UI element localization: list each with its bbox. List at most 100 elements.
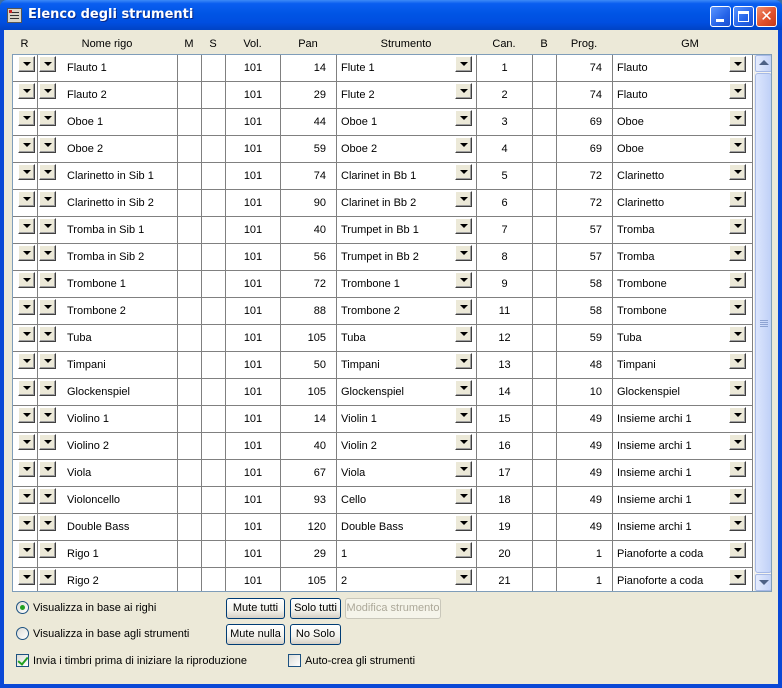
- prog-cell[interactable]: 49: [557, 460, 613, 487]
- chevron-down-icon[interactable]: [39, 380, 56, 396]
- chevron-down-icon[interactable]: [18, 137, 35, 153]
- chevron-down-icon[interactable]: [455, 326, 472, 342]
- strumento-cell[interactable]: Timpani: [337, 352, 477, 379]
- table-row[interactable]: Rigo 1 101 29 1 20 1 Pianoforte a coda: [13, 541, 753, 568]
- table-row[interactable]: Violino 2 101 40 Violin 2 16 49 Insieme archi …: [13, 433, 753, 460]
- table-row[interactable]: Glockenspiel 101 105 Glockenspiel 14 10 Glocke…: [13, 379, 753, 406]
- minimize-button[interactable]: [710, 6, 731, 27]
- gm-cell[interactable]: Flauto: [613, 82, 753, 109]
- r-cell[interactable]: [13, 163, 38, 190]
- chevron-down-icon[interactable]: [18, 245, 35, 261]
- prog-cell[interactable]: 59: [557, 325, 613, 352]
- header-strumento[interactable]: Strumento: [336, 36, 476, 54]
- table-row[interactable]: Double Bass 101 120 Double Bass 19 49 Insieme …: [13, 514, 753, 541]
- nome-rigo-cell[interactable]: Violoncello: [38, 487, 178, 514]
- view-by-instruments-radio[interactable]: [16, 627, 29, 640]
- chevron-down-icon[interactable]: [18, 272, 35, 288]
- pan-cell[interactable]: 120: [281, 514, 337, 541]
- mute-cell[interactable]: [178, 460, 202, 487]
- chevron-down-icon[interactable]: [18, 218, 35, 234]
- bank-cell[interactable]: [533, 487, 557, 514]
- solo-cell[interactable]: [202, 190, 226, 217]
- gm-cell[interactable]: Timpani: [613, 352, 753, 379]
- table-row[interactable]: Rigo 2 101 105 2 21 1 Pianoforte a coda: [13, 568, 753, 591]
- nome-rigo-cell[interactable]: Tromba in Sib 2: [38, 244, 178, 271]
- gm-cell[interactable]: Clarinetto: [613, 163, 753, 190]
- can-cell[interactable]: 11: [477, 298, 533, 325]
- pan-cell[interactable]: 29: [281, 541, 337, 568]
- vol-cell[interactable]: 101: [226, 406, 281, 433]
- prog-cell[interactable]: 69: [557, 136, 613, 163]
- can-cell[interactable]: 16: [477, 433, 533, 460]
- header-prog[interactable]: Prog.: [556, 36, 612, 54]
- chevron-down-icon[interactable]: [729, 83, 746, 99]
- strumento-cell[interactable]: Flute 2: [337, 82, 477, 109]
- prog-cell[interactable]: 72: [557, 190, 613, 217]
- strumento-cell[interactable]: Trombone 2: [337, 298, 477, 325]
- bank-cell[interactable]: [533, 244, 557, 271]
- chevron-down-icon[interactable]: [18, 407, 35, 423]
- table-row[interactable]: Tromba in Sib 1 101 40 Trumpet in Bb 1 7 57 Tr…: [13, 217, 753, 244]
- gm-cell[interactable]: Trombone: [613, 271, 753, 298]
- mute-cell[interactable]: [178, 352, 202, 379]
- send-patches-option[interactable]: Invia i timbri prima di iniziare la ripr…: [16, 653, 276, 669]
- close-button[interactable]: ✕: [756, 6, 777, 27]
- chevron-down-icon[interactable]: [455, 488, 472, 504]
- mute-cell[interactable]: [178, 325, 202, 352]
- prog-cell[interactable]: 74: [557, 55, 613, 82]
- strumento-cell[interactable]: Flute 1: [337, 55, 477, 82]
- pan-cell[interactable]: 105: [281, 379, 337, 406]
- table-row[interactable]: Tromba in Sib 2 101 56 Trumpet in Bb 2 8 57 Tr…: [13, 244, 753, 271]
- chevron-down-icon[interactable]: [39, 515, 56, 531]
- can-cell[interactable]: 9: [477, 271, 533, 298]
- view-by-instruments-option[interactable]: Visualizza in base agli strumenti: [16, 626, 226, 642]
- chevron-down-icon[interactable]: [729, 488, 746, 504]
- chevron-down-icon[interactable]: [18, 515, 35, 531]
- bank-cell[interactable]: [533, 298, 557, 325]
- bank-cell[interactable]: [533, 460, 557, 487]
- vol-cell[interactable]: 101: [226, 217, 281, 244]
- r-cell[interactable]: [13, 325, 38, 352]
- bank-cell[interactable]: [533, 433, 557, 460]
- maximize-button[interactable]: [733, 6, 754, 27]
- gm-cell[interactable]: Glockenspiel: [613, 379, 753, 406]
- r-cell[interactable]: [13, 190, 38, 217]
- mute-none-button[interactable]: Mute nulla: [226, 624, 285, 645]
- nome-rigo-cell[interactable]: Rigo 1: [38, 541, 178, 568]
- nome-rigo-cell[interactable]: Violino 1: [38, 406, 178, 433]
- chevron-down-icon[interactable]: [39, 353, 56, 369]
- gm-cell[interactable]: Flauto: [613, 55, 753, 82]
- vol-cell[interactable]: 101: [226, 109, 281, 136]
- gm-cell[interactable]: Tromba: [613, 217, 753, 244]
- chevron-down-icon[interactable]: [18, 488, 35, 504]
- mute-cell[interactable]: [178, 568, 202, 591]
- r-cell[interactable]: [13, 514, 38, 541]
- chevron-down-icon[interactable]: [18, 326, 35, 342]
- pan-cell[interactable]: 67: [281, 460, 337, 487]
- vertical-scrollbar[interactable]: [754, 55, 771, 591]
- table-row[interactable]: Oboe 1 101 44 Oboe 1 3 69 Oboe: [13, 109, 753, 136]
- prog-cell[interactable]: 72: [557, 163, 613, 190]
- chevron-down-icon[interactable]: [455, 299, 472, 315]
- pan-cell[interactable]: 72: [281, 271, 337, 298]
- can-cell[interactable]: 15: [477, 406, 533, 433]
- can-cell[interactable]: 3: [477, 109, 533, 136]
- scroll-down-button[interactable]: [755, 574, 771, 591]
- mute-all-button[interactable]: Mute tutti: [226, 598, 285, 619]
- solo-cell[interactable]: [202, 55, 226, 82]
- solo-all-button[interactable]: Solo tutti: [290, 598, 341, 619]
- chevron-down-icon[interactable]: [18, 110, 35, 126]
- gm-cell[interactable]: Oboe: [613, 136, 753, 163]
- vol-cell[interactable]: 101: [226, 271, 281, 298]
- can-cell[interactable]: 20: [477, 541, 533, 568]
- chevron-down-icon[interactable]: [39, 83, 56, 99]
- pan-cell[interactable]: 29: [281, 82, 337, 109]
- strumento-cell[interactable]: Viola: [337, 460, 477, 487]
- scroll-up-button[interactable]: [755, 55, 771, 72]
- gm-cell[interactable]: Pianoforte a coda: [613, 568, 753, 591]
- mute-cell[interactable]: [178, 244, 202, 271]
- strumento-cell[interactable]: Violin 1: [337, 406, 477, 433]
- can-cell[interactable]: 19: [477, 514, 533, 541]
- r-cell[interactable]: [13, 298, 38, 325]
- strumento-cell[interactable]: Clarinet in Bb 2: [337, 190, 477, 217]
